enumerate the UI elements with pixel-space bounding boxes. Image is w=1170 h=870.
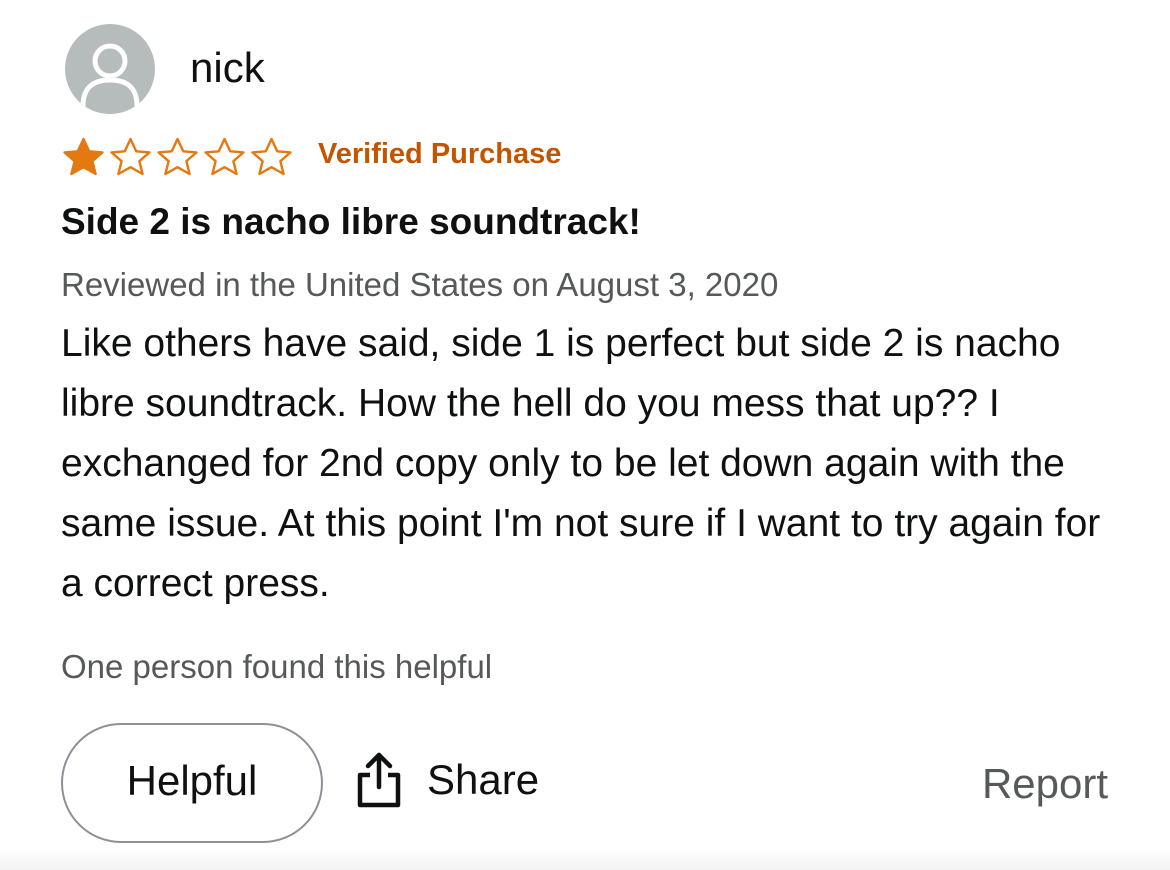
star-empty-icon xyxy=(157,137,198,176)
star-empty-icon xyxy=(251,137,292,176)
review-title: Side 2 is nacho libre soundtrack! xyxy=(61,201,641,242)
star-filled-icon xyxy=(63,137,104,176)
star-empty-icon xyxy=(110,137,151,176)
share-icon xyxy=(357,752,401,808)
star-rating xyxy=(60,136,295,176)
share-label: Share xyxy=(427,756,540,803)
review-meta: Reviewed in the United States on August … xyxy=(61,266,779,303)
review-body: Like others have said, side 1 is perfect… xyxy=(61,322,1101,605)
helpful-button[interactable]: Helpful xyxy=(61,723,323,843)
helpful-count: One person found this helpful xyxy=(61,648,493,685)
star-empty-icon xyxy=(204,137,245,176)
default-user-icon xyxy=(80,43,140,109)
reviewer-name: nick xyxy=(190,44,265,91)
share-button[interactable]: Share xyxy=(355,748,539,812)
avatar xyxy=(65,24,155,114)
report-link[interactable]: Report xyxy=(982,760,1108,808)
verified-purchase-badge[interactable]: Verified Purchase xyxy=(318,137,561,171)
bottom-divider xyxy=(0,848,1170,870)
